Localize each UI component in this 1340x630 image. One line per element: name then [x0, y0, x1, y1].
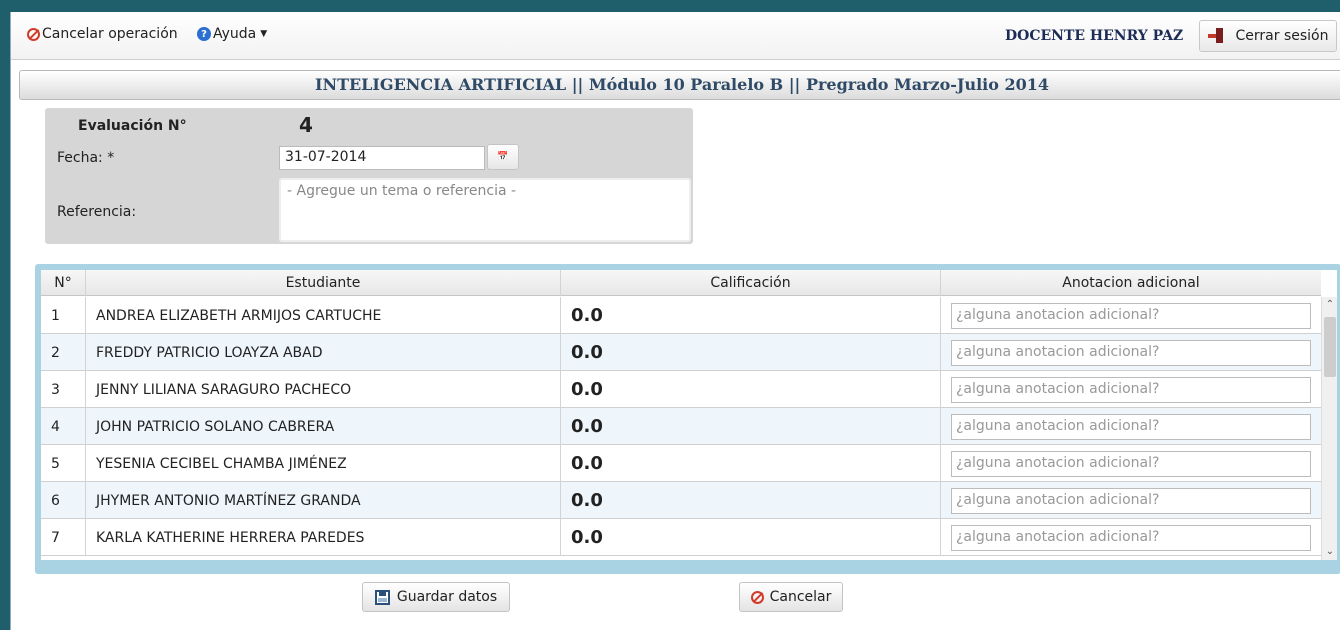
- grade-cell[interactable]: 0.0: [561, 482, 941, 519]
- exit-icon: [1207, 28, 1224, 44]
- table-row: 6 JHYMER ANTONIO MARTÍNEZ GRANDA 0.0 ¿al…: [41, 482, 1321, 519]
- table-row: 7 KARLA KATHERINE HERRERA PAREDES 0.0 ¿a…: [41, 519, 1321, 556]
- cancel-button[interactable]: Cancelar: [739, 582, 843, 612]
- save-button-label: Guardar datos: [396, 589, 498, 605]
- date-label: Fecha: *: [57, 150, 115, 166]
- grade-cell[interactable]: 0.0: [561, 408, 941, 445]
- grade-cell[interactable]: 0.0: [561, 445, 941, 482]
- row-number: 5: [41, 445, 86, 482]
- row-number: 1: [41, 297, 86, 334]
- table-row: 4 JOHN PATRICIO SOLANO CABRERA 0.0 ¿algu…: [41, 408, 1321, 445]
- evaluation-number: 4: [299, 113, 313, 137]
- scrollbar-thumb[interactable]: [1324, 317, 1336, 377]
- table-row: 2 FREDDY PATRICIO LOAYZA ABAD 0.0 ¿algun…: [41, 334, 1321, 371]
- student-name: FREDDY PATRICIO LOAYZA ABAD: [86, 334, 561, 371]
- grade-cell[interactable]: 0.0: [561, 371, 941, 408]
- row-number: 3: [41, 371, 86, 408]
- app-window: Cancelar operación ? Ayuda ▼ DOCENTE HEN…: [10, 12, 1340, 630]
- reference-textarea[interactable]: - Agregue un tema o referencia -: [279, 178, 691, 242]
- grade-cell[interactable]: 0.0: [561, 519, 941, 556]
- note-input[interactable]: ¿alguna anotacion adicional?: [951, 524, 1311, 551]
- grades-grid-container: N° Estudiante Calificación Anotacion adi…: [35, 264, 1340, 574]
- save-button[interactable]: Guardar datos: [362, 582, 510, 612]
- table-row: 3 JENNY LILIANA SARAGURO PACHECO 0.0 ¿al…: [41, 371, 1321, 408]
- grid-scrollbar[interactable]: ⌃ ⌄: [1321, 297, 1337, 560]
- scroll-down-icon[interactable]: ⌄: [1322, 544, 1337, 560]
- row-number: 2: [41, 334, 86, 371]
- table-row: 5 YESENIA CECIBEL CHAMBA JIMÉNEZ 0.0 ¿al…: [41, 445, 1321, 482]
- top-toolbar: Cancelar operación ? Ayuda ▼ DOCENTE HEN…: [11, 12, 1340, 60]
- cancel-operation-link[interactable]: Cancelar operación: [27, 26, 178, 42]
- student-name: KARLA KATHERINE HERRERA PAREDES: [86, 519, 561, 556]
- column-header-student: Estudiante: [86, 270, 561, 296]
- grade-cell[interactable]: 0.0: [561, 334, 941, 371]
- cancel-icon: [27, 27, 40, 41]
- calendar-button[interactable]: 📅: [487, 144, 519, 170]
- table-row: 1 ANDREA ELIZABETH ARMIJOS CARTUCHE 0.0 …: [41, 297, 1321, 334]
- student-name: JHYMER ANTONIO MARTÍNEZ GRANDA: [86, 482, 561, 519]
- cancel-button-label: Cancelar: [769, 589, 832, 605]
- student-name: ANDREA ELIZABETH ARMIJOS CARTUCHE: [86, 297, 561, 334]
- row-number: 6: [41, 482, 86, 519]
- row-number: 7: [41, 519, 86, 556]
- evaluation-number-label: Evaluación N°: [78, 118, 187, 134]
- logout-label: Cerrar sesión: [1235, 28, 1329, 44]
- grade-cell[interactable]: 0.0: [561, 297, 941, 334]
- column-header-note: Anotacion adicional: [1062, 275, 1200, 291]
- note-input[interactable]: ¿alguna anotacion adicional?: [951, 487, 1311, 514]
- grades-grid: N° Estudiante Calificación Anotacion adi…: [41, 270, 1337, 560]
- cancel-operation-label: Cancelar operación: [42, 26, 178, 42]
- note-input[interactable]: ¿alguna anotacion adicional?: [951, 339, 1311, 366]
- student-name: JENNY LILIANA SARAGURO PACHECO: [86, 371, 561, 408]
- save-disk-icon: [374, 589, 390, 605]
- note-input[interactable]: ¿alguna anotacion adicional?: [951, 450, 1311, 477]
- row-number: 4: [41, 408, 86, 445]
- note-input[interactable]: ¿alguna anotacion adicional?: [951, 413, 1311, 440]
- course-header: INTELIGENCIA ARTIFICIAL || Módulo 10 Par…: [19, 70, 1340, 100]
- help-menu[interactable]: ? Ayuda ▼: [197, 26, 267, 42]
- grid-header: N° Estudiante Calificación Anotacion adi…: [41, 270, 1321, 296]
- logout-button[interactable]: Cerrar sesión: [1199, 20, 1337, 52]
- reference-label: Referencia:: [57, 204, 137, 220]
- evaluation-form: Evaluación N° 4 Fecha: * 31-07-2014 📅 Re…: [45, 108, 693, 244]
- note-input[interactable]: ¿alguna anotacion adicional?: [951, 302, 1311, 329]
- help-label: Ayuda: [213, 26, 257, 42]
- caret-down-icon: ▼: [260, 29, 268, 39]
- cancel-icon: [750, 590, 764, 604]
- grid-body: 1 ANDREA ELIZABETH ARMIJOS CARTUCHE 0.0 …: [41, 297, 1321, 556]
- column-header-grade: Calificación: [561, 270, 941, 296]
- user-name: DOCENTE HENRY PAZ: [1005, 28, 1184, 44]
- student-name: JOHN PATRICIO SOLANO CABRERA: [86, 408, 561, 445]
- note-input[interactable]: ¿alguna anotacion adicional?: [951, 376, 1311, 403]
- column-header-number: N°: [41, 270, 86, 296]
- scroll-up-icon[interactable]: ⌃: [1322, 297, 1337, 313]
- calendar-icon: 📅: [497, 152, 509, 162]
- date-input[interactable]: 31-07-2014: [279, 146, 485, 170]
- help-icon: ?: [197, 27, 211, 41]
- student-name: YESENIA CECIBEL CHAMBA JIMÉNEZ: [86, 445, 561, 482]
